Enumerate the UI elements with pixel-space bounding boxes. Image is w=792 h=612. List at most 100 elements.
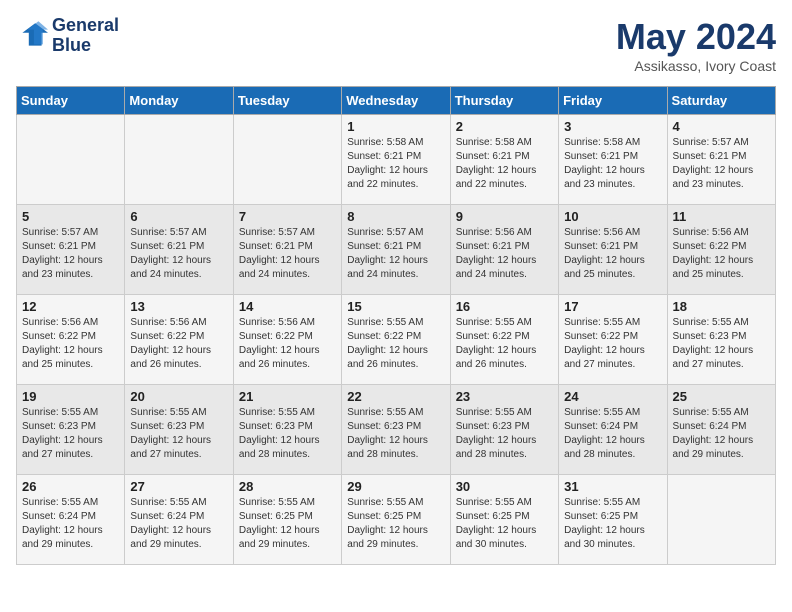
cell-info: Sunrise: 5:57 AM Sunset: 6:21 PM Dayligh… <box>673 136 770 192</box>
cell-info: Sunrise: 5:55 AM Sunset: 6:23 PM Dayligh… <box>22 406 119 462</box>
day-number: 4 <box>673 119 770 134</box>
month-title: May 2024 <box>616 16 776 58</box>
cell-info: Sunrise: 5:55 AM Sunset: 6:25 PM Dayligh… <box>239 496 336 552</box>
calendar-cell: 26 Sunrise: 5:55 AM Sunset: 6:24 PM Dayli… <box>17 475 125 565</box>
day-number: 23 <box>456 389 553 404</box>
calendar-header: SundayMondayTuesdayWednesdayThursdayFrid… <box>17 87 776 115</box>
calendar-cell: 15Sunrise: 5:55 AM Sunset: 6:22 PM Dayli… <box>342 295 450 385</box>
cell-info: Sunrise: 5:55 AM Sunset: 6:25 PM Dayligh… <box>456 496 553 552</box>
cell-info: Sunrise: 5:55 AM Sunset: 6:23 PM Dayligh… <box>347 406 444 462</box>
day-number: 30 <box>456 479 553 494</box>
calendar-cell: 16 Sunrise: 5:55 AM Sunset: 6:22 PM Dayli… <box>450 295 558 385</box>
cell-info: Sunrise: 5:57 AM Sunset: 6:21 PM Dayligh… <box>22 226 119 282</box>
calendar-cell <box>125 115 233 205</box>
logo-text: General Blue <box>52 16 119 56</box>
day-number: 31 <box>564 479 661 494</box>
calendar-week-5: 26 Sunrise: 5:55 AM Sunset: 6:24 PM Dayli… <box>17 475 776 565</box>
title-area: May 2024 Assikasso, Ivory Coast <box>616 16 776 74</box>
day-number: 14 <box>239 299 336 314</box>
calendar-week-3: 12 Sunrise: 5:56 AM Sunset: 6:22 PM Dayli… <box>17 295 776 385</box>
calendar-cell: 12Sunrise: 5:56 AM Sunset: 6:22 PM Dayli… <box>17 295 125 385</box>
calendar-cell: 11Sunrise: 5:56 AM Sunset: 6:22 PM Dayli… <box>667 205 775 295</box>
calendar-body: 1 Sunrise: 5:58 AM Sunset: 6:21 PM Daylig… <box>17 115 776 565</box>
cell-info: Sunrise: 5:55 AM Sunset: 6:22 PM Dayligh… <box>456 316 553 372</box>
calendar-cell <box>233 115 341 205</box>
calendar-cell <box>667 475 775 565</box>
day-number: 10 <box>564 209 661 224</box>
cell-info: Sunrise: 5:56 AM Sunset: 6:21 PM Dayligh… <box>564 226 661 282</box>
weekday-header-thursday: Thursday <box>450 87 558 115</box>
weekday-header-friday: Friday <box>559 87 667 115</box>
day-number: 24 <box>564 389 661 404</box>
cell-info: Sunrise: 5:55 AM Sunset: 6:22 PM Dayligh… <box>564 316 661 372</box>
day-number: 8 <box>347 209 444 224</box>
cell-info: Sunrise: 5:55 AM Sunset: 6:24 PM Dayligh… <box>564 406 661 462</box>
calendar-cell: 24 Sunrise: 5:55 AM Sunset: 6:24 PM Dayli… <box>559 385 667 475</box>
cell-info: Sunrise: 5:55 AM Sunset: 6:23 PM Dayligh… <box>673 316 770 372</box>
calendar-cell: 7Sunrise: 5:57 AM Sunset: 6:21 PM Daylig… <box>233 205 341 295</box>
day-number: 15 <box>347 299 444 314</box>
calendar-cell: 20 Sunrise: 5:55 AM Sunset: 6:23 PM Dayli… <box>125 385 233 475</box>
location: Assikasso, Ivory Coast <box>616 58 776 74</box>
day-number: 26 <box>22 479 119 494</box>
calendar-cell: 14 Sunrise: 5:56 AM Sunset: 6:22 PM Dayli… <box>233 295 341 385</box>
calendar-cell: 27 Sunrise: 5:55 AM Sunset: 6:24 PM Dayli… <box>125 475 233 565</box>
cell-info: Sunrise: 5:58 AM Sunset: 6:21 PM Dayligh… <box>456 136 553 192</box>
cell-info: Sunrise: 5:56 AM Sunset: 6:22 PM Dayligh… <box>673 226 770 282</box>
weekday-header-tuesday: Tuesday <box>233 87 341 115</box>
day-number: 20 <box>130 389 227 404</box>
cell-info: Sunrise: 5:56 AM Sunset: 6:21 PM Dayligh… <box>456 226 553 282</box>
day-number: 7 <box>239 209 336 224</box>
day-number: 1 <box>347 119 444 134</box>
cell-info: Sunrise: 5:55 AM Sunset: 6:25 PM Dayligh… <box>564 496 661 552</box>
calendar-cell: 25Sunrise: 5:55 AM Sunset: 6:24 PM Dayli… <box>667 385 775 475</box>
calendar-cell <box>17 115 125 205</box>
calendar-week-2: 5 Sunrise: 5:57 AM Sunset: 6:21 PM Daylig… <box>17 205 776 295</box>
calendar-cell: 30 Sunrise: 5:55 AM Sunset: 6:25 PM Dayli… <box>450 475 558 565</box>
day-number: 12 <box>22 299 119 314</box>
cell-info: Sunrise: 5:57 AM Sunset: 6:21 PM Dayligh… <box>130 226 227 282</box>
calendar-cell: 4 Sunrise: 5:57 AM Sunset: 6:21 PM Daylig… <box>667 115 775 205</box>
calendar-cell: 6 Sunrise: 5:57 AM Sunset: 6:21 PM Daylig… <box>125 205 233 295</box>
page-header: General Blue May 2024 Assikasso, Ivory C… <box>16 16 776 74</box>
cell-info: Sunrise: 5:55 AM Sunset: 6:23 PM Dayligh… <box>130 406 227 462</box>
day-number: 21 <box>239 389 336 404</box>
logo: General Blue <box>16 16 119 56</box>
cell-info: Sunrise: 5:55 AM Sunset: 6:23 PM Dayligh… <box>239 406 336 462</box>
cell-info: Sunrise: 5:57 AM Sunset: 6:21 PM Dayligh… <box>347 226 444 282</box>
calendar-cell: 19 Sunrise: 5:55 AM Sunset: 6:23 PM Dayli… <box>17 385 125 475</box>
calendar-cell: 18 Sunrise: 5:55 AM Sunset: 6:23 PM Dayli… <box>667 295 775 385</box>
day-number: 25 <box>673 389 770 404</box>
calendar-cell: 17 Sunrise: 5:55 AM Sunset: 6:22 PM Dayli… <box>559 295 667 385</box>
day-number: 19 <box>22 389 119 404</box>
calendar-cell: 1 Sunrise: 5:58 AM Sunset: 6:21 PM Daylig… <box>342 115 450 205</box>
calendar-cell: 5 Sunrise: 5:57 AM Sunset: 6:21 PM Daylig… <box>17 205 125 295</box>
calendar-cell: 13Sunrise: 5:56 AM Sunset: 6:22 PM Dayli… <box>125 295 233 385</box>
weekday-header-wednesday: Wednesday <box>342 87 450 115</box>
day-number: 29 <box>347 479 444 494</box>
calendar-cell: 21 Sunrise: 5:55 AM Sunset: 6:23 PM Dayli… <box>233 385 341 475</box>
cell-info: Sunrise: 5:55 AM Sunset: 6:25 PM Dayligh… <box>347 496 444 552</box>
day-number: 5 <box>22 209 119 224</box>
weekday-header-saturday: Saturday <box>667 87 775 115</box>
day-number: 16 <box>456 299 553 314</box>
day-number: 9 <box>456 209 553 224</box>
cell-info: Sunrise: 5:55 AM Sunset: 6:24 PM Dayligh… <box>22 496 119 552</box>
weekday-header-sunday: Sunday <box>17 87 125 115</box>
day-number: 18 <box>673 299 770 314</box>
calendar-cell: 2 Sunrise: 5:58 AM Sunset: 6:21 PM Daylig… <box>450 115 558 205</box>
calendar-cell: 28Sunrise: 5:55 AM Sunset: 6:25 PM Dayli… <box>233 475 341 565</box>
day-number: 2 <box>456 119 553 134</box>
calendar-table: SundayMondayTuesdayWednesdayThursdayFrid… <box>16 86 776 565</box>
day-number: 17 <box>564 299 661 314</box>
day-number: 27 <box>130 479 227 494</box>
day-number: 6 <box>130 209 227 224</box>
cell-info: Sunrise: 5:58 AM Sunset: 6:21 PM Dayligh… <box>347 136 444 192</box>
weekday-row: SundayMondayTuesdayWednesdayThursdayFrid… <box>17 87 776 115</box>
calendar-week-1: 1 Sunrise: 5:58 AM Sunset: 6:21 PM Daylig… <box>17 115 776 205</box>
cell-info: Sunrise: 5:56 AM Sunset: 6:22 PM Dayligh… <box>239 316 336 372</box>
cell-info: Sunrise: 5:55 AM Sunset: 6:24 PM Dayligh… <box>130 496 227 552</box>
cell-info: Sunrise: 5:56 AM Sunset: 6:22 PM Dayligh… <box>130 316 227 372</box>
calendar-cell: 8 Sunrise: 5:57 AM Sunset: 6:21 PM Daylig… <box>342 205 450 295</box>
calendar-cell: 22Sunrise: 5:55 AM Sunset: 6:23 PM Dayli… <box>342 385 450 475</box>
